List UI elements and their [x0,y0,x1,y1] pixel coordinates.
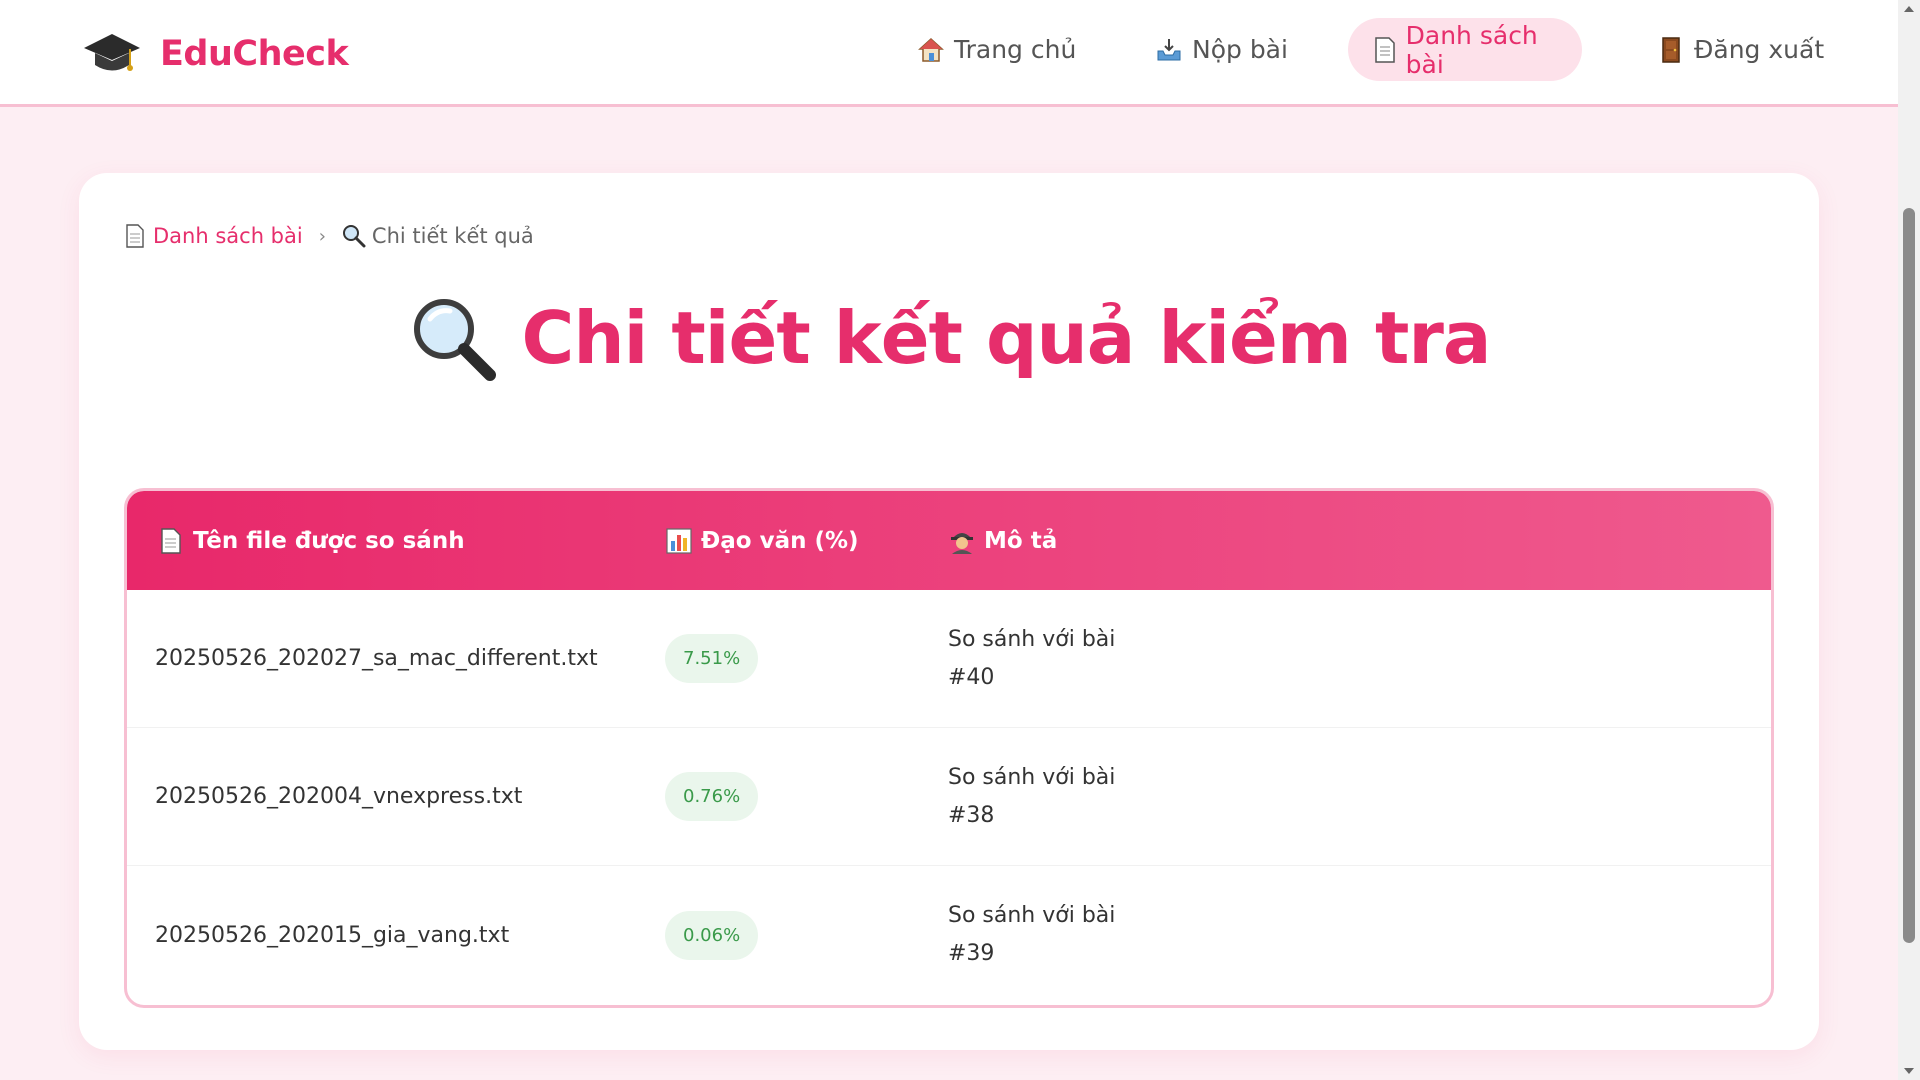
house-icon [916,35,946,65]
graduation-cap-icon [82,28,142,80]
table-row: 20250526_202015_gia_vang.txt 0.06% So sá… [127,866,1771,1004]
breadcrumb-parent-link[interactable]: Danh sách bài [123,223,303,249]
bar-chart-icon [665,527,693,555]
brand-logo[interactable]: EduCheck [82,28,349,80]
cell-description: So sánh với bài #39 [948,897,1771,973]
page-icon [1372,35,1398,65]
header-plagiarism: Đạo văn (%) [665,527,948,555]
breadcrumb-separator: › [318,225,326,247]
header-file: Tên file được so sánh [127,527,665,555]
nav-list-label: Danh sách bài [1405,20,1538,79]
header-file-label: Tên file được so sánh [193,527,465,554]
brand-name: EduCheck [160,34,349,74]
cell-file: 20250526_202015_gia_vang.txt [155,922,510,948]
description-text: So sánh với bài #40 [948,626,1116,690]
description-text: So sánh với bài #39 [948,903,1116,966]
table-header: Tên file được so sánh Đạo văn (%) Mô tả [127,491,1771,590]
table-row: 20250526_202004_vnexpress.txt 0.76% So s… [127,728,1771,866]
percent-badge: 0.06% [665,910,759,960]
page-title-text: Chi tiết kết quả kiểm tra [521,296,1492,380]
breadcrumb-current: Chi tiết kết quả [342,223,534,249]
scroll-down-arrow-icon[interactable] [1904,1068,1914,1074]
inbox-tray-icon [1154,35,1184,65]
percent-badge: 0.76% [665,772,759,821]
nav-logout[interactable]: Đăng xuất [1632,18,1848,81]
percent-badge: 7.51% [665,634,759,683]
breadcrumb-parent-label: Danh sách bài [153,224,303,248]
page-title: Chi tiết kết quả kiểm tra [79,293,1819,383]
magnifier-icon [408,293,498,383]
cell-description: So sánh với bài #40 [948,621,1771,697]
cell-description: So sánh với bài #38 [948,759,1771,835]
nav-home-label: Trang chủ [954,35,1077,64]
results-table: Tên file được so sánh Đạo văn (%) Mô tả … [124,488,1774,1008]
cell-percent: 0.06% [665,910,948,960]
table-row: 20250526_202027_sa_mac_different.txt 7.5… [127,590,1771,728]
cell-file: 20250526_202027_sa_mac_different.txt [155,646,598,671]
page-icon [157,527,185,555]
page-scrollbar[interactable] [1898,0,1920,1080]
header-description-label: Mô tả [984,527,1058,554]
breadcrumb-current-label: Chi tiết kết quả [371,224,534,248]
nav-submit[interactable]: Nộp bài [1130,18,1312,81]
nav-home[interactable]: Trang chủ [892,18,1100,81]
result-card: Danh sách bài › Chi tiết kết quả Chi tiế… [79,173,1819,1050]
detective-icon [948,527,976,555]
header-description: Mô tả [948,527,1771,555]
breadcrumb: Danh sách bài › Chi tiết kết quả [123,223,534,249]
nav-logout-label: Đăng xuất [1694,35,1825,64]
top-navbar: EduCheck Trang chủ Nộp bài Danh sách bài… [0,0,1898,107]
header-plagiarism-label: Đạo văn (%) [701,527,859,554]
description-text: So sánh với bài #38 [948,764,1116,828]
scrollbar-thumb[interactable] [1903,208,1915,943]
magnifier-icon [342,223,366,249]
scroll-up-arrow-icon[interactable] [1904,6,1914,12]
cell-file: 20250526_202004_vnexpress.txt [155,784,523,809]
cell-percent: 7.51% [665,634,948,683]
nav-list[interactable]: Danh sách bài [1348,18,1582,81]
nav-submit-label: Nộp bài [1192,35,1288,64]
page-icon [123,223,147,249]
door-icon [1656,35,1686,65]
cell-percent: 0.76% [665,772,948,821]
